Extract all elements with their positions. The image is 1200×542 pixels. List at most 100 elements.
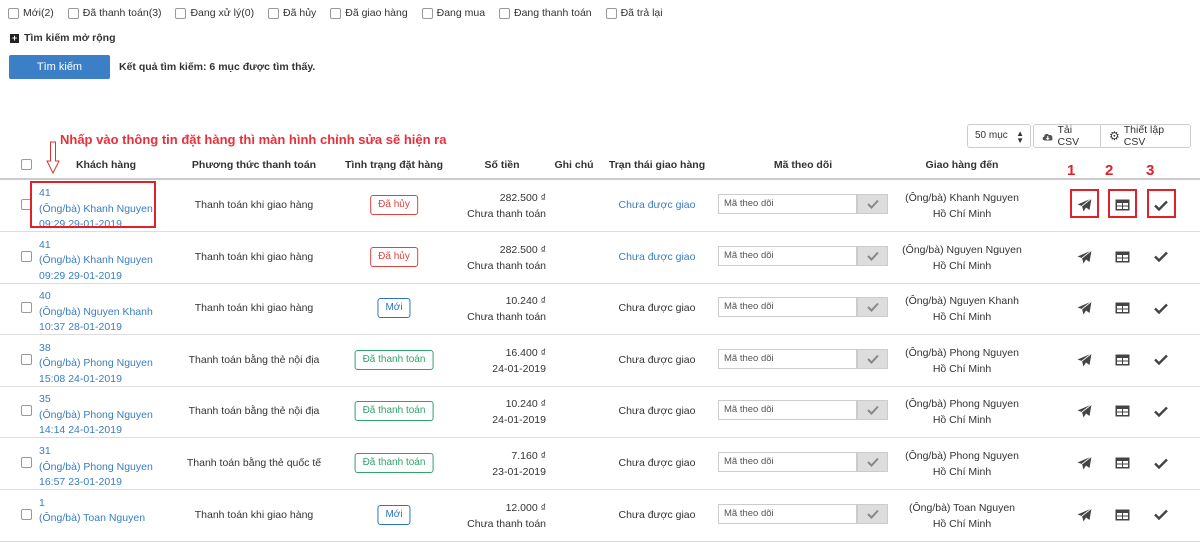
tracking-input[interactable]: Mã theo dõi — [718, 400, 857, 421]
order-id[interactable]: 35 — [39, 392, 153, 408]
confirm-button[interactable] — [1150, 297, 1172, 319]
customer-name[interactable]: (Ông/bà) Phong Nguyen — [39, 460, 153, 476]
confirm-tracking-button[interactable] — [857, 297, 888, 318]
row-checkbox[interactable] — [21, 353, 32, 365]
confirm-button[interactable] — [1150, 246, 1172, 268]
order-info-link[interactable]: 31 (Ông/bà) Phong Nguyen 16:57 23-01-2019 — [39, 444, 153, 491]
table-view-button[interactable] — [1111, 246, 1133, 268]
send-button[interactable] — [1073, 504, 1095, 526]
search-button[interactable]: Tìm kiếm — [9, 55, 110, 79]
row-checkbox[interactable] — [21, 508, 32, 520]
filter-paid[interactable]: Đã thanh toán(3) — [67, 7, 162, 19]
order-time[interactable]: 15:08 24-01-2019 — [39, 372, 153, 388]
tracking-input-group: Mã theo dõi — [718, 245, 888, 266]
row-checkbox[interactable] — [21, 302, 32, 314]
filter-checkbox[interactable] — [330, 7, 342, 19]
filter-delivered[interactable]: Đã giao hàng — [330, 7, 408, 19]
tracking-input[interactable]: Mã theo dõi — [718, 503, 857, 524]
select-all-checkbox[interactable] — [21, 159, 32, 170]
confirm-button[interactable] — [1150, 349, 1172, 371]
per-page-select[interactable]: 50 mục ▲ ▼ — [967, 124, 1031, 148]
amount-subtext: 24-01-2019 — [492, 362, 546, 375]
tracking-input[interactable]: Mã theo dõi — [718, 297, 857, 318]
shipping-status[interactable]: Chưa được giao — [619, 199, 696, 211]
delivery-address: (Ông/bà) Khanh Nguyen Hồ Chí Minh — [905, 190, 1019, 222]
download-csv-button[interactable]: Tải CSV — [1033, 124, 1101, 148]
order-info-link[interactable]: 40 (Ông/bà) Nguyen Khanh 10:37 28-01-2019 — [39, 289, 153, 336]
table-view-button[interactable] — [1111, 452, 1133, 474]
order-time[interactable]: 10:37 28-01-2019 — [39, 320, 153, 336]
row-checkbox[interactable] — [21, 457, 32, 468]
filter-checkbox[interactable] — [499, 7, 510, 19]
order-time[interactable]: 14:14 24-01-2019 — [39, 423, 153, 439]
tracking-input[interactable]: Mã theo dõi — [718, 348, 857, 369]
confirm-tracking-button[interactable] — [857, 400, 888, 421]
filter-checkbox[interactable] — [8, 7, 19, 19]
row-checkbox[interactable] — [21, 250, 32, 262]
order-id[interactable]: 31 — [39, 444, 153, 460]
row-checkbox[interactable] — [21, 405, 32, 417]
order-info-link[interactable]: 41 (Ông/bà) Khanh Nguyen 09:29 29-01-2019 — [39, 238, 153, 285]
tracking-input[interactable]: Mã theo dõi — [718, 245, 857, 266]
delivery-address: (Ông/bà) Nguyen Khanh Hồ Chí Minh — [905, 293, 1019, 325]
shipping-status[interactable]: Chưa được giao — [619, 251, 696, 263]
order-time[interactable]: 16:57 23-01-2019 — [39, 475, 153, 491]
send-button[interactable] — [1073, 246, 1095, 268]
filter-new[interactable]: Mới(2) — [8, 7, 54, 19]
customer-name[interactable]: (Ông/bà) Toan Nguyen — [39, 511, 145, 527]
send-button[interactable] — [1073, 297, 1095, 319]
table-view-button[interactable] — [1111, 297, 1133, 319]
filter-returned[interactable]: Đã trả lại — [605, 7, 663, 19]
confirm-button[interactable] — [1150, 504, 1172, 526]
send-button[interactable] — [1073, 452, 1095, 474]
filter-processing[interactable]: Đang xử lý(0) — [175, 7, 254, 19]
check-icon — [1154, 354, 1168, 366]
filter-label: Đã thanh toán(3) — [82, 7, 162, 19]
confirm-tracking-button[interactable] — [857, 194, 888, 214]
order-info-link[interactable]: 38 (Ông/bà) Phong Nguyen 15:08 24-01-2019 — [39, 341, 153, 388]
confirm-tracking-button[interactable] — [857, 452, 888, 472]
order-id[interactable]: 41 — [39, 238, 153, 254]
order-info-link[interactable]: 35 (Ông/bà) Phong Nguyen 14:14 24-01-2019 — [39, 392, 153, 439]
delivery-name: (Ông/bà) Phong Nguyen — [905, 398, 1019, 411]
customer-name[interactable]: (Ông/bà) Khanh Nguyen — [39, 253, 153, 269]
delivery-city: Hồ Chí Minh — [932, 311, 992, 324]
order-time[interactable]: 09:29 29-01-2019 — [39, 269, 153, 285]
confirm-tracking-button[interactable] — [857, 245, 888, 266]
csv-settings-button[interactable]: ⚙ Thiết lập CSV — [1100, 124, 1191, 148]
filter-checkbox[interactable] — [605, 7, 617, 19]
advanced-search-toggle[interactable]: + Tìm kiếm mở rộng — [10, 32, 115, 44]
order-info-link[interactable]: 1 (Ông/bà) Toan Nguyen — [39, 496, 145, 527]
confirm-button[interactable] — [1150, 400, 1172, 422]
table-view-button[interactable] — [1111, 349, 1133, 371]
amount-cell: 282.500 ₫ Chưa thanh toán — [467, 190, 546, 222]
table-view-button[interactable] — [1111, 504, 1133, 526]
confirm-button[interactable] — [1150, 452, 1172, 474]
paper-plane-icon — [1077, 456, 1092, 470]
send-button[interactable] — [1073, 400, 1095, 422]
paper-plane-icon — [1077, 249, 1092, 264]
per-page-value: 50 mục — [975, 130, 1008, 141]
amount-cell: 10.240 ₫ Chưa thanh toán — [467, 293, 546, 325]
order-id[interactable]: 40 — [39, 289, 153, 305]
sort-caret-icon: ▲ ▼ — [1016, 129, 1024, 145]
filter-checkbox[interactable] — [67, 7, 79, 19]
customer-name[interactable]: (Ông/bà) Phong Nguyen — [39, 408, 153, 424]
filter-label: Đang xử lý(0) — [190, 7, 255, 19]
confirm-tracking-button[interactable] — [857, 503, 888, 524]
filter-cancelled[interactable]: Đã hủy — [268, 7, 316, 19]
table-view-button[interactable] — [1111, 400, 1133, 422]
send-button[interactable] — [1073, 349, 1095, 371]
order-id[interactable]: 1 — [39, 496, 145, 512]
filter-checkbox[interactable] — [421, 7, 433, 19]
order-id[interactable]: 38 — [39, 341, 153, 357]
confirm-tracking-button[interactable] — [857, 348, 888, 369]
filter-paying[interactable]: Đang thanh toán — [499, 7, 592, 19]
customer-name[interactable]: (Ông/bà) Phong Nguyen — [39, 356, 153, 372]
tracking-input[interactable]: Mã theo dõi — [718, 452, 857, 472]
tracking-input[interactable]: Mã theo dõi — [718, 194, 857, 214]
filter-checkbox[interactable] — [268, 7, 280, 19]
filter-checkbox[interactable] — [175, 7, 187, 19]
filter-buying[interactable]: Đang mua — [421, 7, 485, 19]
customer-name[interactable]: (Ông/bà) Nguyen Khanh — [39, 305, 153, 321]
